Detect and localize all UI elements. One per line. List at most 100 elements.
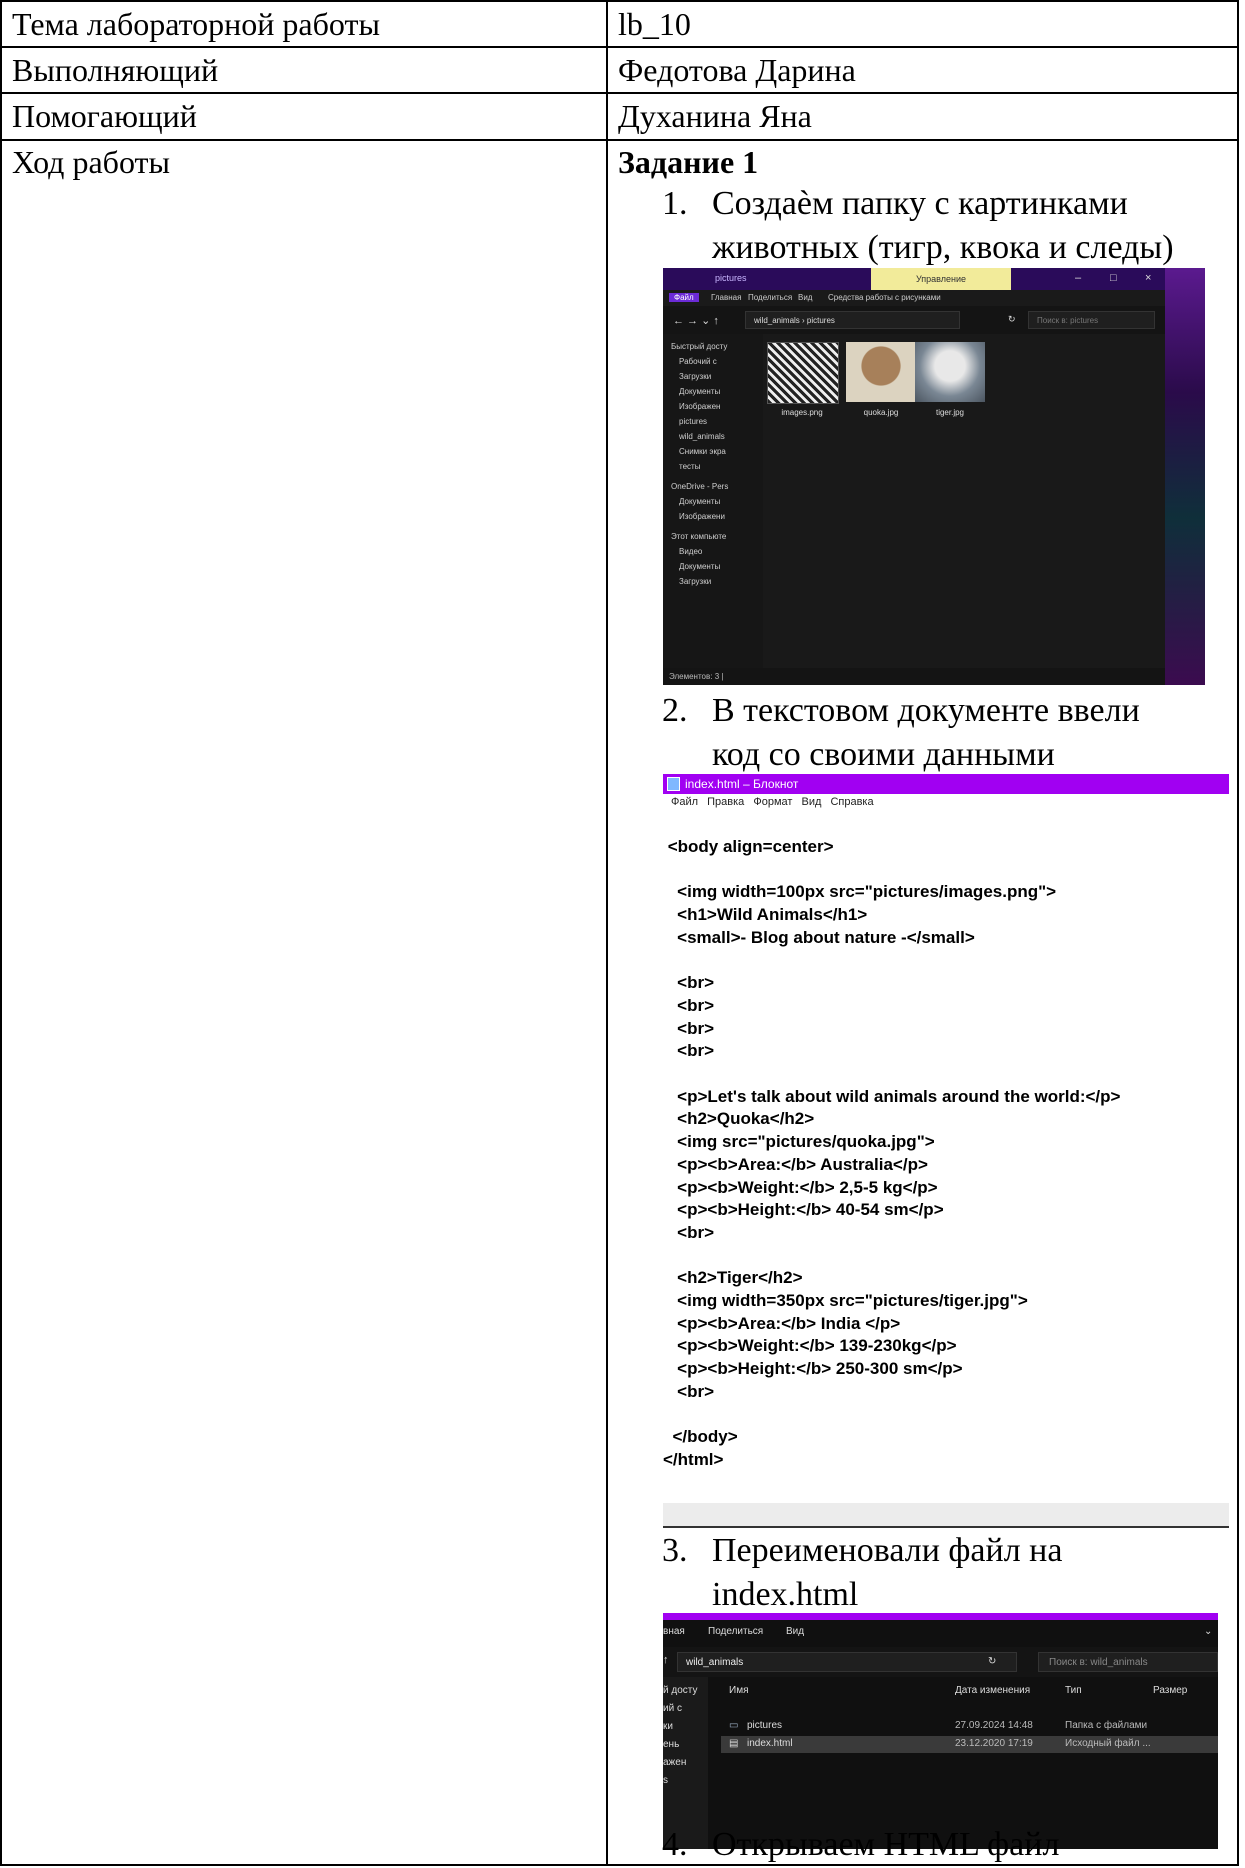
ribbon-tab-share[interactable]: Поделиться	[748, 293, 792, 302]
step-text-line: В текстовом документе ввели	[712, 692, 1140, 729]
value-helper: Духанина Яна	[618, 98, 812, 134]
menu-view[interactable]: Вид	[801, 796, 821, 808]
label-topic: Тема лабораторной работы	[12, 6, 380, 42]
search-input[interactable]: Поиск в: wild_animals	[1038, 1652, 1218, 1672]
ribbon-tab-home[interactable]: вная	[663, 1626, 685, 1637]
file-type: Папка с файлами	[1065, 1720, 1148, 1731]
menu-file[interactable]: Файл	[671, 796, 698, 808]
file-thumbnail[interactable]	[767, 342, 839, 404]
sidebar-item[interactable]: ажен	[663, 1757, 686, 1768]
row-divider	[2, 46, 1237, 48]
search-input[interactable]: Поиск в: pictures	[1028, 311, 1155, 329]
address-bar: ↑ wild_animals ↻ Поиск в: wild_animals	[663, 1647, 1218, 1677]
file-thumbnail[interactable]	[915, 342, 985, 402]
column-header-name[interactable]: Имя	[729, 1685, 748, 1696]
table-row[interactable]: ▤ index.html 23.12.2020 17:19 Исходный ф…	[721, 1736, 1218, 1753]
up-arrow-icon[interactable]: ↑	[663, 1654, 669, 1666]
path-field[interactable]: wild_animals	[677, 1652, 1017, 1672]
navigation-pane: Быстрый досту Рабочий с Загрузки Докумен…	[663, 334, 763, 668]
value-topic: lb_10	[618, 6, 691, 42]
sidebar-item[interactable]: Снимки экра	[679, 447, 726, 456]
minimize-icon[interactable]: –	[1075, 272, 1081, 284]
manage-tab[interactable]: Управление	[871, 268, 1011, 290]
ribbon-tab-picture-tools[interactable]: Средства работы с рисунками	[828, 293, 941, 302]
close-icon[interactable]: ×	[1145, 272, 1151, 284]
sidebar-item[interactable]: тесты	[679, 462, 700, 471]
file-date: 27.09.2024 14:48	[955, 1720, 1033, 1731]
sidebar-item[interactable]: ки	[663, 1721, 673, 1732]
chevron-down-icon[interactable]: ⌄	[1204, 1626, 1212, 1637]
file-name[interactable]: images.png	[767, 408, 837, 417]
code-line: <br>	[663, 995, 715, 1015]
code-line: <br>	[663, 1222, 715, 1242]
code-line: <h2>Tiger</h2>	[663, 1268, 803, 1288]
step-text-line: Открываем HTML файл	[712, 1826, 1060, 1863]
code-line: <p>Let's talk about wild animals around …	[663, 1086, 1121, 1106]
file-area: images.png quoka.jpg tiger.jpg	[763, 334, 1165, 668]
code-line: </body>	[663, 1427, 738, 1447]
sidebar-item[interactable]: ень	[663, 1739, 679, 1750]
sidebar-item[interactable]: й досту	[663, 1685, 697, 1696]
code-text-area[interactable]: <body align=center> <img width=100px src…	[663, 836, 1229, 1472]
refresh-icon[interactable]: ↻	[1008, 314, 1016, 325]
window-title: index.html – Блокнот	[685, 777, 799, 791]
sidebar-item[interactable]: Загрузки	[679, 577, 711, 586]
sidebar-item[interactable]: ий с	[663, 1703, 682, 1714]
sidebar-item[interactable]: Изображен	[679, 402, 720, 411]
step-text-line: Переименовали файл на	[712, 1532, 1063, 1569]
sidebar-item[interactable]: Этот компьюте	[671, 532, 726, 541]
ribbon-tab-file[interactable]: Файл	[669, 293, 699, 302]
step-4: 4. Открываем HTML файл	[0, 1822, 1245, 1867]
explorer-screenshot-wild-animals: вная Поделиться Вид ⌄ ↑ wild_animals ↻ П…	[663, 1613, 1218, 1849]
column-header-size[interactable]: Размер	[1153, 1685, 1187, 1696]
sidebar-item[interactable]: wild_animals	[679, 432, 725, 441]
sidebar-item[interactable]: Быстрый досту	[671, 342, 727, 351]
ribbon: Файл Главная Поделиться Вид Средства раб…	[663, 290, 1165, 306]
step-1: 1. Создаѐм папку с картинками животных (…	[0, 181, 1245, 271]
column-header-type[interactable]: Тип	[1065, 1685, 1082, 1696]
step-text-line: index.html	[712, 1576, 859, 1613]
code-line: <img width=350px src="pictures/tiger.jpg…	[663, 1291, 1028, 1311]
menu-help[interactable]: Справка	[830, 796, 873, 808]
code-line: <small>- Blog about nature -</small>	[663, 927, 975, 947]
sidebar-item[interactable]: Видео	[679, 547, 702, 556]
step-2: 2. В текстовом документе ввели код со св…	[0, 688, 1245, 778]
maximize-icon[interactable]: □	[1110, 272, 1117, 284]
sidebar-item[interactable]: Документы	[679, 562, 720, 571]
step-text-line: код со своими данными	[712, 736, 1055, 773]
menu-edit[interactable]: Правка	[707, 796, 744, 808]
desktop-background	[1165, 268, 1205, 685]
ribbon-tab-home[interactable]: Главная	[711, 293, 741, 302]
ribbon-tab-view[interactable]: Вид	[798, 293, 812, 302]
path-field[interactable]: wild_animals › pictures	[745, 311, 960, 329]
sidebar-item[interactable]: Рабочий с	[679, 357, 717, 366]
ribbon-tab-view[interactable]: Вид	[786, 1626, 804, 1637]
file-name[interactable]: quoka.jpg	[846, 408, 916, 417]
file-name[interactable]: tiger.jpg	[915, 408, 985, 417]
sidebar-item[interactable]: s	[663, 1775, 668, 1786]
ribbon-tab-share[interactable]: Поделиться	[708, 1626, 763, 1637]
sidebar-item[interactable]: OneDrive - Pers	[671, 482, 728, 491]
status-bar: Элементов: 3 |	[663, 668, 1165, 685]
window-title: pictures	[715, 273, 747, 283]
table-row[interactable]: ▭ pictures 27.09.2024 14:48 Папка с файл…	[721, 1718, 1218, 1735]
refresh-icon[interactable]: ↻	[988, 1656, 996, 1667]
nav-arrows-icon[interactable]: ← → ⌄ ↑	[673, 314, 719, 327]
sidebar-item[interactable]: Документы	[679, 387, 720, 396]
code-line: <h2>Quoka</h2>	[663, 1109, 815, 1129]
file-thumbnail[interactable]	[846, 342, 916, 402]
code-line: <p><b>Area:</b> India </p>	[663, 1313, 901, 1333]
notepad-icon	[667, 777, 680, 791]
sidebar-item[interactable]: Загрузки	[679, 372, 711, 381]
row-divider	[2, 139, 1237, 141]
code-line: <p><b>Weight:</b> 2,5-5 kg</p>	[663, 1177, 938, 1197]
sidebar-item[interactable]: pictures	[679, 417, 707, 426]
sidebar-item[interactable]: Документы	[679, 497, 720, 506]
menu-format[interactable]: Формат	[753, 796, 792, 808]
horizontal-scrollbar[interactable]	[663, 1503, 1229, 1528]
file-name: index.html	[747, 1738, 793, 1749]
code-line: <p><b>Weight:</b> 139-230kg</p>	[663, 1336, 957, 1356]
column-header-date[interactable]: Дата изменения	[955, 1685, 1030, 1696]
sidebar-item[interactable]: Изображени	[679, 512, 725, 521]
